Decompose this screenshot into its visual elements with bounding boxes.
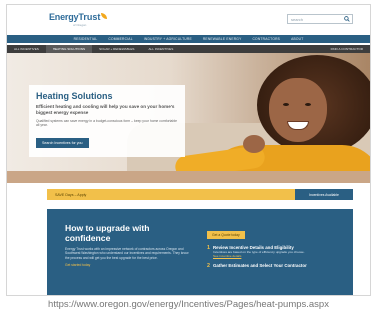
alert-section: SAVE Days – Apply Incentives Available xyxy=(7,183,370,209)
logo-tagline: of Oregon xyxy=(73,23,87,27)
search-box[interactable]: search xyxy=(287,14,353,24)
hero-banner: Heating Solutions Efficient heating and … xyxy=(7,53,370,183)
search-icon xyxy=(344,16,350,22)
incentives-available-button[interactable]: Incentives Available xyxy=(295,189,353,200)
hero-photo-eye-left xyxy=(283,103,289,106)
leaf-icon xyxy=(101,13,108,19)
energy-trust-logo[interactable]: Energy Trust of Oregon xyxy=(49,12,108,28)
hero-photo-hand xyxy=(243,135,265,153)
alert-bar: SAVE Days – Apply Incentives Available xyxy=(47,189,353,200)
step-item: 2 Gather Estimates and Select Your Contr… xyxy=(207,263,347,269)
nav-item-residential[interactable]: Residential xyxy=(74,37,98,41)
site-header: Energy Trust of Oregon search xyxy=(7,5,370,33)
hero-card: Heating Solutions Efficient heating and … xyxy=(29,85,185,157)
get-quote-pill[interactable]: Get a Quote today xyxy=(207,231,245,239)
upgrade-intro: How to upgrade with confidence Energy Tr… xyxy=(65,223,190,267)
hero-photo-floor xyxy=(7,171,370,183)
search-button[interactable] xyxy=(342,15,352,23)
logo-word-energy: Energy xyxy=(49,12,79,22)
step-number: 2 xyxy=(207,263,210,270)
main-nav: Residential Commercial Industry + Agricu… xyxy=(7,35,370,43)
step-title: Gather Estimates and Select Your Contrac… xyxy=(213,263,307,269)
upgrade-body: Energy Trust works with an impressive ne… xyxy=(65,247,189,260)
alert-text: SAVE Days – Apply xyxy=(55,192,87,197)
upgrade-title: How to upgrade with confidence xyxy=(65,223,150,243)
source-url-caption: https://www.oregon.gov/energy/Incentives… xyxy=(48,299,329,310)
nav-item-about[interactable]: About xyxy=(291,37,303,41)
hero-subtitle: Efficient heating and cooling will help … xyxy=(36,104,175,115)
nav-item-industry[interactable]: Industry + Agriculture xyxy=(144,37,192,41)
upgrade-section: How to upgrade with confidence Energy Tr… xyxy=(47,209,353,295)
subnav-item-heating-solutions[interactable]: Heating Solutions xyxy=(45,45,93,53)
hero-photo-face xyxy=(269,78,327,142)
logo-word-trust: Trust xyxy=(78,12,101,22)
step-item: 1 Review Incentive Details and Eligibili… xyxy=(207,245,347,258)
find-contractor-link[interactable]: Find a Contractor xyxy=(324,45,370,53)
upgrade-link[interactable]: Get started today xyxy=(65,263,190,267)
step-number: 1 xyxy=(207,245,210,251)
hero-photo-eye-right xyxy=(305,103,311,106)
nav-item-commercial[interactable]: Commercial xyxy=(108,37,132,41)
subnav-item-solar[interactable]: Solar + Renewables xyxy=(92,45,141,53)
step-link[interactable]: See incentive details xyxy=(213,254,305,258)
subnav-item-all-incentives[interactable]: All Incentives xyxy=(7,45,46,53)
hero-title: Heating Solutions xyxy=(36,91,113,101)
upgrade-steps: Get a Quote today 1 Review Incentive Det… xyxy=(207,223,347,274)
hero-body: Qualified systems can save energy in a b… xyxy=(36,118,177,127)
search-input[interactable]: search xyxy=(288,17,342,22)
subnav-item-incentives[interactable]: All Incentives xyxy=(141,45,180,53)
nav-item-contractors[interactable]: Contractors xyxy=(252,37,280,41)
search-incentives-button[interactable]: Search Incentives for you xyxy=(36,138,89,149)
sub-nav: All Incentives Heating Solutions Solar +… xyxy=(7,45,370,53)
website-screenshot: Energy Trust of Oregon search Residentia… xyxy=(6,4,371,296)
nav-item-renewable[interactable]: Renewable Energy xyxy=(203,37,242,41)
